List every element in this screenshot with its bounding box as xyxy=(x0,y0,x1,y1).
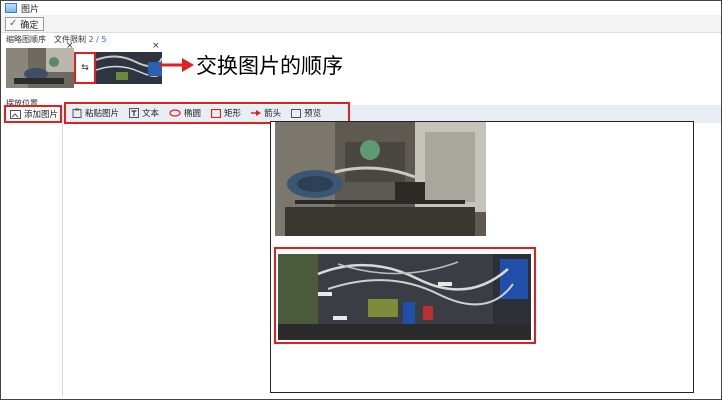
ok-button-label: 确定 xyxy=(20,20,39,31)
add-image-button[interactable]: 添加图片 xyxy=(4,105,62,123)
add-image-label: 添加图片 xyxy=(24,110,59,120)
text-tool-label: 文本 xyxy=(142,109,160,119)
add-image-icon xyxy=(10,109,21,119)
title-bar: 图片 xyxy=(1,1,721,15)
thumbnail-1[interactable] xyxy=(6,48,74,88)
thumbnail-header: 缩略图顺序 文件限制 2 / 5 xyxy=(6,34,107,45)
rectangle-icon xyxy=(211,108,222,118)
thumbnail-2[interactable] xyxy=(96,52,162,84)
ellipse-tool[interactable]: 椭圆 xyxy=(169,107,201,119)
harness-photo-thumbnail xyxy=(96,52,162,84)
rectangle-tool-label: 矩形 xyxy=(224,109,242,119)
preview-tool[interactable]: 预览 xyxy=(291,107,321,119)
ok-button[interactable]: ✓ 确定 xyxy=(5,17,45,31)
window-title: 图片 xyxy=(21,4,40,15)
ellipse-icon xyxy=(169,109,181,117)
image-app-icon xyxy=(5,3,17,13)
file-count: 2 / 5 xyxy=(88,35,107,44)
preview-tool-label: 预览 xyxy=(304,109,322,119)
red-arrow-icon xyxy=(160,58,194,72)
swap-icon: ⇆ xyxy=(81,63,89,73)
ellipse-tool-label: 椭圆 xyxy=(184,109,202,119)
panel-divider xyxy=(62,124,63,396)
text-icon xyxy=(129,108,140,118)
placed-image-1[interactable] xyxy=(275,122,486,236)
placed-image-2[interactable] xyxy=(278,254,531,340)
engine-photo-thumbnail xyxy=(6,48,74,88)
annotation-text: 交换图片的顺序 xyxy=(196,54,343,78)
arrow-tool[interactable]: 箭头 xyxy=(251,107,281,119)
paste-image-tool[interactable]: 粘贴图片 xyxy=(72,107,119,119)
swap-order-button[interactable]: ⇆ xyxy=(74,52,96,84)
thumbnail-order-label: 缩略图顺序 xyxy=(6,35,46,44)
thumbnail-1-close-icon[interactable]: × xyxy=(66,41,74,51)
arrow-icon xyxy=(251,110,262,116)
paste-icon xyxy=(72,108,82,118)
arrow-tool-label: 箭头 xyxy=(264,109,282,119)
thumbnail-2-close-icon[interactable]: × xyxy=(152,41,160,51)
rectangle-tool[interactable]: 矩形 xyxy=(211,107,241,119)
preview-icon xyxy=(291,108,302,118)
checkmark-icon: ✓ xyxy=(9,18,18,29)
engine-test-bench-photo xyxy=(275,122,486,236)
wiring-harness-photo xyxy=(278,254,531,340)
top-toolbar: ✓ 确定 xyxy=(1,15,721,33)
text-tool[interactable]: 文本 xyxy=(129,107,159,119)
paste-image-label: 粘贴图片 xyxy=(85,109,120,119)
